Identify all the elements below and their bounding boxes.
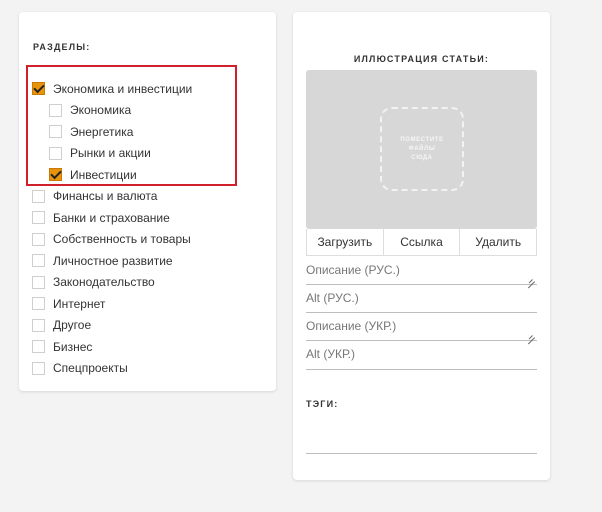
checkbox[interactable]: [32, 361, 45, 375]
tags-input[interactable]: [306, 416, 537, 454]
checkbox-checked[interactable]: [32, 82, 45, 96]
alt-ru-field[interactable]: Alt (РУС.): [306, 291, 537, 313]
file-dropzone[interactable]: ПОМЕСТИТЕ ФАЙЛЫ СЮДА: [306, 70, 537, 229]
category-label: Собственность и товары: [53, 232, 191, 247]
checkbox[interactable]: [32, 318, 45, 332]
category-label: Рынки и акции: [70, 146, 151, 161]
category-label: Финансы и валюта: [53, 189, 158, 204]
category-label: Спецпроекты: [53, 361, 128, 376]
category-item[interactable]: Спецпроекты: [19, 358, 276, 380]
checkbox[interactable]: [49, 146, 62, 160]
description-ua-placeholder: Описание (УКР.): [306, 319, 397, 333]
category-label: Интернет: [53, 296, 106, 311]
category-item[interactable]: Финансы и валюта: [19, 186, 276, 208]
category-item[interactable]: Интернет: [19, 293, 276, 315]
category-item[interactable]: Экономика и инвестиции: [19, 78, 276, 100]
category-item[interactable]: Рынки и акции: [19, 143, 276, 165]
checkbox[interactable]: [32, 340, 45, 354]
checkbox[interactable]: [32, 254, 45, 268]
category-item[interactable]: Инвестиции: [19, 164, 276, 186]
sections-title: РАЗДЕЛЫ:: [33, 42, 91, 52]
category-label: Законодательство: [53, 275, 155, 290]
category-list: Экономика и инвестиции Экономика Энергетик…: [19, 78, 276, 379]
upload-button[interactable]: Загрузить: [307, 229, 384, 255]
description-ua-field[interactable]: Описание (УКР.): [306, 319, 537, 341]
dropzone-text: ПОМЕСТИТЕ ФАЙЛЫ СЮДА: [400, 136, 444, 161]
checkbox[interactable]: [49, 125, 62, 139]
category-item[interactable]: Другое: [19, 315, 276, 337]
checkbox[interactable]: [32, 297, 45, 311]
category-item[interactable]: Энергетика: [19, 121, 276, 143]
category-label: Другое: [53, 318, 92, 333]
category-label: Личностное развитие: [53, 253, 173, 268]
checkbox[interactable]: [32, 189, 45, 203]
category-item[interactable]: Экономика: [19, 100, 276, 122]
delete-button[interactable]: Удалить: [460, 229, 536, 255]
category-label: Энергетика: [70, 124, 134, 139]
tags-title: ТЭГИ:: [306, 399, 339, 409]
alt-ua-field[interactable]: Alt (УКР.): [306, 347, 537, 370]
category-item[interactable]: Личностное развитие: [19, 250, 276, 272]
resize-handle-icon[interactable]: [528, 275, 535, 282]
category-label: Экономика и инвестиции: [53, 81, 193, 96]
illustration-title: ИЛЛЮСТРАЦИЯ СТАТЬИ:: [353, 54, 490, 64]
image-action-buttons: Загрузить Ссылка Удалить: [306, 229, 537, 256]
category-item[interactable]: Собственность и товары: [19, 229, 276, 251]
illustration-panel: ИЛЛЮСТРАЦИЯ СТАТЬИ: ПОМЕСТИТЕ ФАЙЛЫ СЮДА…: [293, 12, 550, 480]
checkbox[interactable]: [49, 103, 62, 117]
description-ru-field[interactable]: Описание (РУС.): [306, 263, 537, 285]
checkbox[interactable]: [32, 232, 45, 246]
category-label: Банки и страхование: [53, 210, 170, 225]
category-item[interactable]: Банки и страхование: [19, 207, 276, 229]
checkbox[interactable]: [32, 275, 45, 289]
checkbox[interactable]: [32, 211, 45, 225]
alt-ru-placeholder: Alt (РУС.): [306, 291, 359, 305]
category-label: Экономика: [70, 103, 132, 118]
checkbox-checked[interactable]: [49, 168, 62, 182]
link-button[interactable]: Ссылка: [384, 229, 461, 255]
category-label: Бизнес: [53, 339, 93, 354]
dropzone-target[interactable]: ПОМЕСТИТЕ ФАЙЛЫ СЮДА: [380, 107, 464, 191]
category-item[interactable]: Законодательство: [19, 272, 276, 294]
resize-handle-icon[interactable]: [528, 331, 535, 338]
category-label: Инвестиции: [70, 167, 137, 182]
sections-panel: РАЗДЕЛЫ: Экономика и инвестиции Экономика…: [19, 12, 276, 391]
alt-ua-placeholder: Alt (УКР.): [306, 347, 356, 361]
category-item[interactable]: Бизнес: [19, 336, 276, 358]
description-ru-placeholder: Описание (РУС.): [306, 263, 400, 277]
